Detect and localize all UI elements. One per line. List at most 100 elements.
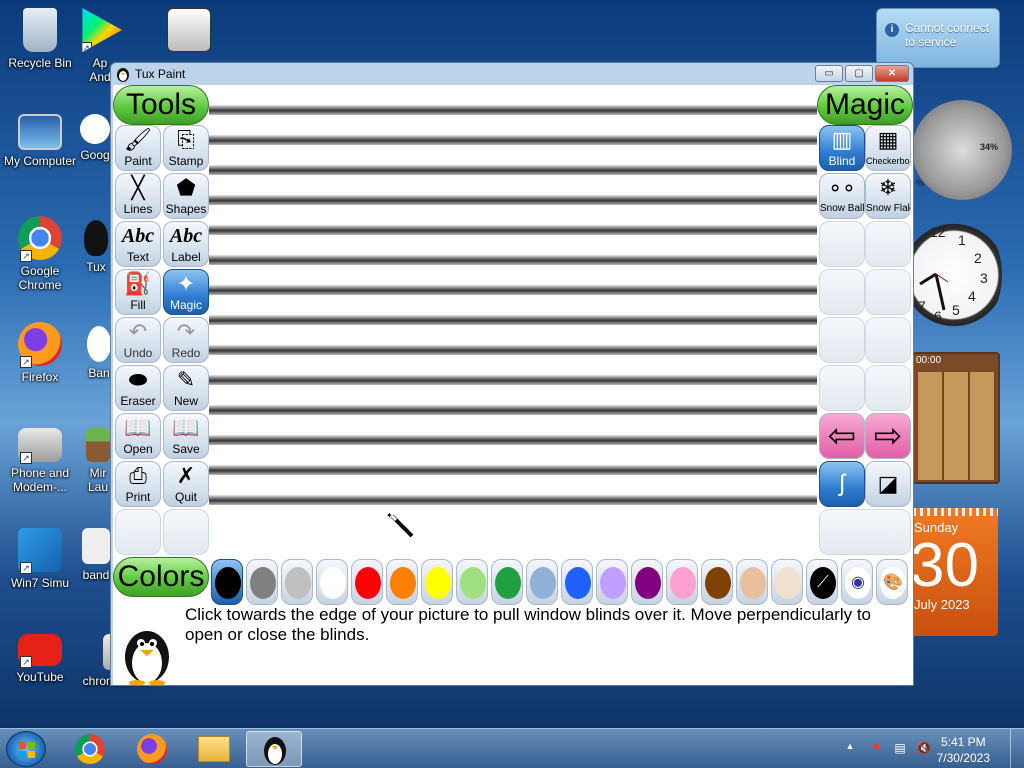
color-dot (530, 567, 556, 599)
tool-fill[interactable]: ⛽ Fill (115, 269, 161, 315)
desktop-icon-tuxpaint-config[interactable] (164, 8, 214, 56)
desktop-icon-recycle-bin[interactable]: Recycle Bin (2, 8, 78, 70)
calendar-gadget[interactable]: Sunday 30 July 2023 (906, 508, 998, 636)
color-swatch[interactable] (526, 559, 558, 605)
tool-slot-empty (115, 509, 161, 555)
tool-undo[interactable]: ↶ Undo (115, 317, 161, 363)
close-button[interactable]: ✕ (875, 65, 909, 82)
blind-slat (209, 495, 817, 505)
taskbar-explorer[interactable] (186, 731, 242, 767)
desktop-icon-minecraft[interactable]: Mir Lau (84, 428, 112, 494)
tool-magic[interactable]: ✦ Magic (163, 269, 209, 315)
taskbar-clock[interactable]: 5:41 PM 7/30/2023 (937, 734, 990, 766)
desktop-icon-google-chrome[interactable]: ↗ Google Chrome (2, 216, 78, 292)
drawing-canvas[interactable] (209, 85, 817, 509)
tray-expand-icon[interactable]: ▲ (842, 741, 858, 757)
color-swatch[interactable] (351, 559, 383, 605)
desktop-icon-label: Recycle Bin (8, 56, 72, 70)
tool-open[interactable]: 📖 Open (115, 413, 161, 459)
color-swatch[interactable] (631, 559, 663, 605)
photo-puzzle-gadget[interactable]: 00:00 (912, 352, 1000, 484)
colors-header: Colors (113, 557, 209, 597)
tool-print[interactable]: ⎙ Print (115, 461, 161, 507)
tool-stamp[interactable]: ⎘ Stamp (163, 125, 209, 171)
volume-icon[interactable]: 🔇 (916, 741, 932, 757)
show-desktop-button[interactable] (1010, 729, 1024, 768)
desktop-icon-youtube[interactable]: ↗ YouTube (2, 634, 78, 684)
color-picker-palette[interactable]: 🎨 (876, 559, 908, 605)
window-titlebar[interactable]: Tux Paint ▭ ▢ ✕ (111, 63, 913, 85)
minimize-button[interactable]: ▭ (815, 65, 843, 82)
color-swatch[interactable] (561, 559, 593, 605)
blind-slat (209, 405, 817, 415)
taskbar-firefox[interactable] (124, 731, 180, 767)
puzzle-grid[interactable] (918, 372, 996, 480)
desktop-icon-label: Ban (88, 366, 110, 380)
desktop-icon-firefox[interactable]: ↗ Firefox (2, 322, 78, 384)
blind-slat (209, 255, 817, 265)
network-notification[interactable]: i Cannot connect to service (876, 8, 1000, 68)
tool-lines[interactable]: ╳ Lines (115, 173, 161, 219)
magic-snow-ball[interactable]: ∘∘ Snow Ball (819, 173, 865, 219)
network-icon[interactable]: ▤ (892, 741, 908, 757)
desktop-icon-label: Phone and Modem-... (10, 466, 70, 494)
tool-redo[interactable]: ↷ Redo (163, 317, 209, 363)
tool-label[interactable]: Abc Label (163, 221, 209, 267)
color-swatch[interactable] (491, 559, 523, 605)
redo-icon: ↷ (176, 319, 196, 344)
color-dot (495, 567, 521, 599)
blind-slat (209, 285, 817, 295)
maximize-button[interactable]: ▢ (845, 65, 873, 82)
color-swatch[interactable] (596, 559, 628, 605)
desktop-icon-band[interactable]: band (80, 528, 112, 582)
tool-save[interactable]: 📖 Save (163, 413, 209, 459)
desktop-icon-tux[interactable]: Tux (82, 220, 110, 274)
magic-checkerboard[interactable]: ▦ Checkerboard (865, 125, 911, 171)
color-swatch[interactable] (421, 559, 453, 605)
color-dot (425, 567, 451, 599)
tux-icon (264, 737, 286, 765)
color-swatch[interactable] (386, 559, 418, 605)
paintbrush-icon: 🖌 (124, 127, 152, 152)
undo-icon: ↶ (128, 319, 148, 344)
taskbar-chrome[interactable] (62, 731, 118, 767)
tool-text[interactable]: Abc Text (115, 221, 161, 267)
system-tray: ▲ ⚑ ▤ 🔇 5:41 PM 7/30/2023 (840, 729, 1024, 768)
tool-shapes[interactable]: ⬟ Shapes (163, 173, 209, 219)
desktop-icon-phone-modem[interactable]: ↗ Phone and Modem-... (2, 428, 78, 494)
color-dot (740, 567, 766, 599)
magic-snow-flake[interactable]: ❄ Snow Flake (865, 173, 911, 219)
desktop-icon-label: Firefox (21, 370, 59, 384)
cpu-meter-gadget[interactable]: 34% % (912, 100, 1012, 200)
color-swatch[interactable] (246, 559, 278, 605)
color-swatch[interactable] (666, 559, 698, 605)
color-swatch[interactable] (456, 559, 488, 605)
desktop-icon-google[interactable]: Goog (80, 114, 110, 162)
taskbar-tuxpaint[interactable] (246, 731, 302, 767)
color-swatch[interactable] (736, 559, 768, 605)
clock-gadget[interactable]: 12 1 2 3 4 5 6 7 (906, 212, 1002, 338)
magic-mode-fullscreen[interactable]: ◪ (865, 461, 911, 507)
color-picker-eyedropper[interactable]: ⟋ (806, 559, 838, 605)
action-center-icon[interactable]: ⚑ (868, 741, 884, 757)
tool-quit[interactable]: ✗ Quit (163, 461, 209, 507)
minecraft-icon (86, 428, 110, 462)
magic-prev-button[interactable]: ⇦ (819, 413, 865, 459)
magic-next-button[interactable]: ⇨ (865, 413, 911, 459)
magic-blind[interactable]: ▥ Blind (819, 125, 865, 171)
desktop-icon-ban[interactable]: Ban (86, 326, 112, 380)
color-swatch[interactable] (771, 559, 803, 605)
color-swatch[interactable] (211, 559, 243, 605)
tool-new[interactable]: ✎ New (163, 365, 209, 411)
desktop-icon-my-computer[interactable]: My Computer (2, 114, 78, 168)
start-button[interactable] (6, 731, 46, 767)
magic-mode-paint[interactable]: ʃ (819, 461, 865, 507)
desktop-icon-win7-simu[interactable]: ↗ Win7 Simu (2, 528, 78, 590)
tool-paint[interactable]: 🖌 Paint (115, 125, 161, 171)
tool-eraser[interactable]: ⬬ Eraser (115, 365, 161, 411)
color-picker-rainbow[interactable]: ◉ (841, 559, 873, 605)
color-swatch[interactable] (316, 559, 348, 605)
label-icon: Abc (169, 225, 203, 247)
color-swatch[interactable] (701, 559, 733, 605)
color-swatch[interactable] (281, 559, 313, 605)
